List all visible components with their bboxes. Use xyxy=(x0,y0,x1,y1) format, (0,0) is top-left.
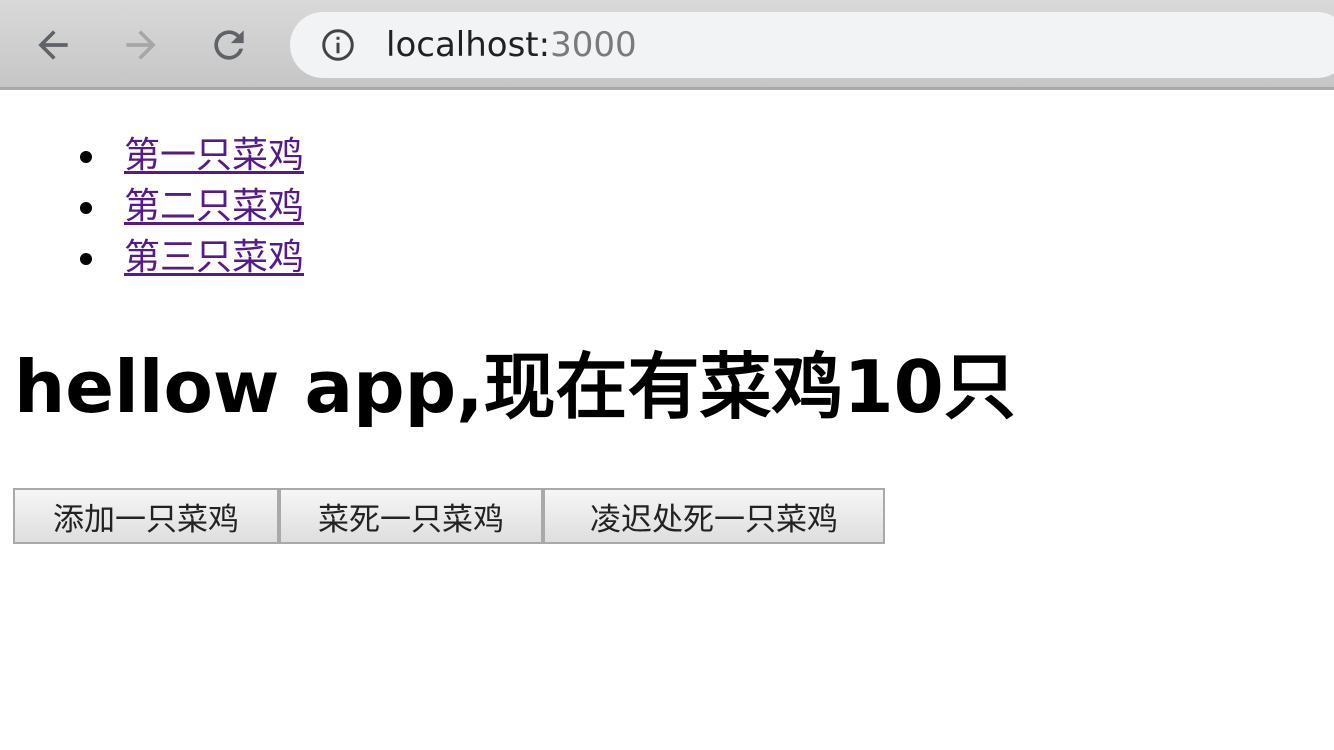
forward-button[interactable] xyxy=(118,22,164,68)
chicken-link-3[interactable]: 第三只菜鸡 xyxy=(124,237,304,278)
reload-button[interactable] xyxy=(206,22,252,68)
page-title: hellow app,现在有菜鸡10只 xyxy=(14,345,1016,429)
bullet xyxy=(80,202,92,214)
reload-icon xyxy=(214,30,244,60)
execute-chicken-button[interactable]: 凌迟处死一只菜鸡 xyxy=(543,488,885,544)
arrow-right-icon xyxy=(126,30,156,60)
bullet xyxy=(80,151,92,163)
add-chicken-button[interactable]: 添加一只菜鸡 xyxy=(13,488,279,544)
url-text[interactable]: localhost:3000 xyxy=(386,24,637,66)
chicken-link-1[interactable]: 第一只菜鸡 xyxy=(124,135,304,176)
url-host: localhost: xyxy=(386,25,551,65)
list-item: 第一只菜鸡 xyxy=(0,133,304,184)
bullet xyxy=(80,253,92,265)
back-button[interactable] xyxy=(30,22,76,68)
list-item: 第二只菜鸡 xyxy=(0,184,304,235)
list-item: 第三只菜鸡 xyxy=(0,235,304,286)
address-bar[interactable]: localhost:3000 xyxy=(290,12,1334,78)
arrow-left-icon xyxy=(38,30,68,60)
url-port: 3000 xyxy=(550,25,637,65)
info-icon[interactable] xyxy=(320,27,356,63)
browser-toolbar: localhost:3000 xyxy=(0,0,1334,90)
button-row: 添加一只菜鸡 菜死一只菜鸡 凌迟处死一只菜鸡 xyxy=(13,488,885,544)
chicken-link-2[interactable]: 第二只菜鸡 xyxy=(124,186,304,227)
chicken-list: 第一只菜鸡 第二只菜鸡 第三只菜鸡 xyxy=(0,133,304,286)
kill-chicken-button[interactable]: 菜死一只菜鸡 xyxy=(279,488,543,544)
